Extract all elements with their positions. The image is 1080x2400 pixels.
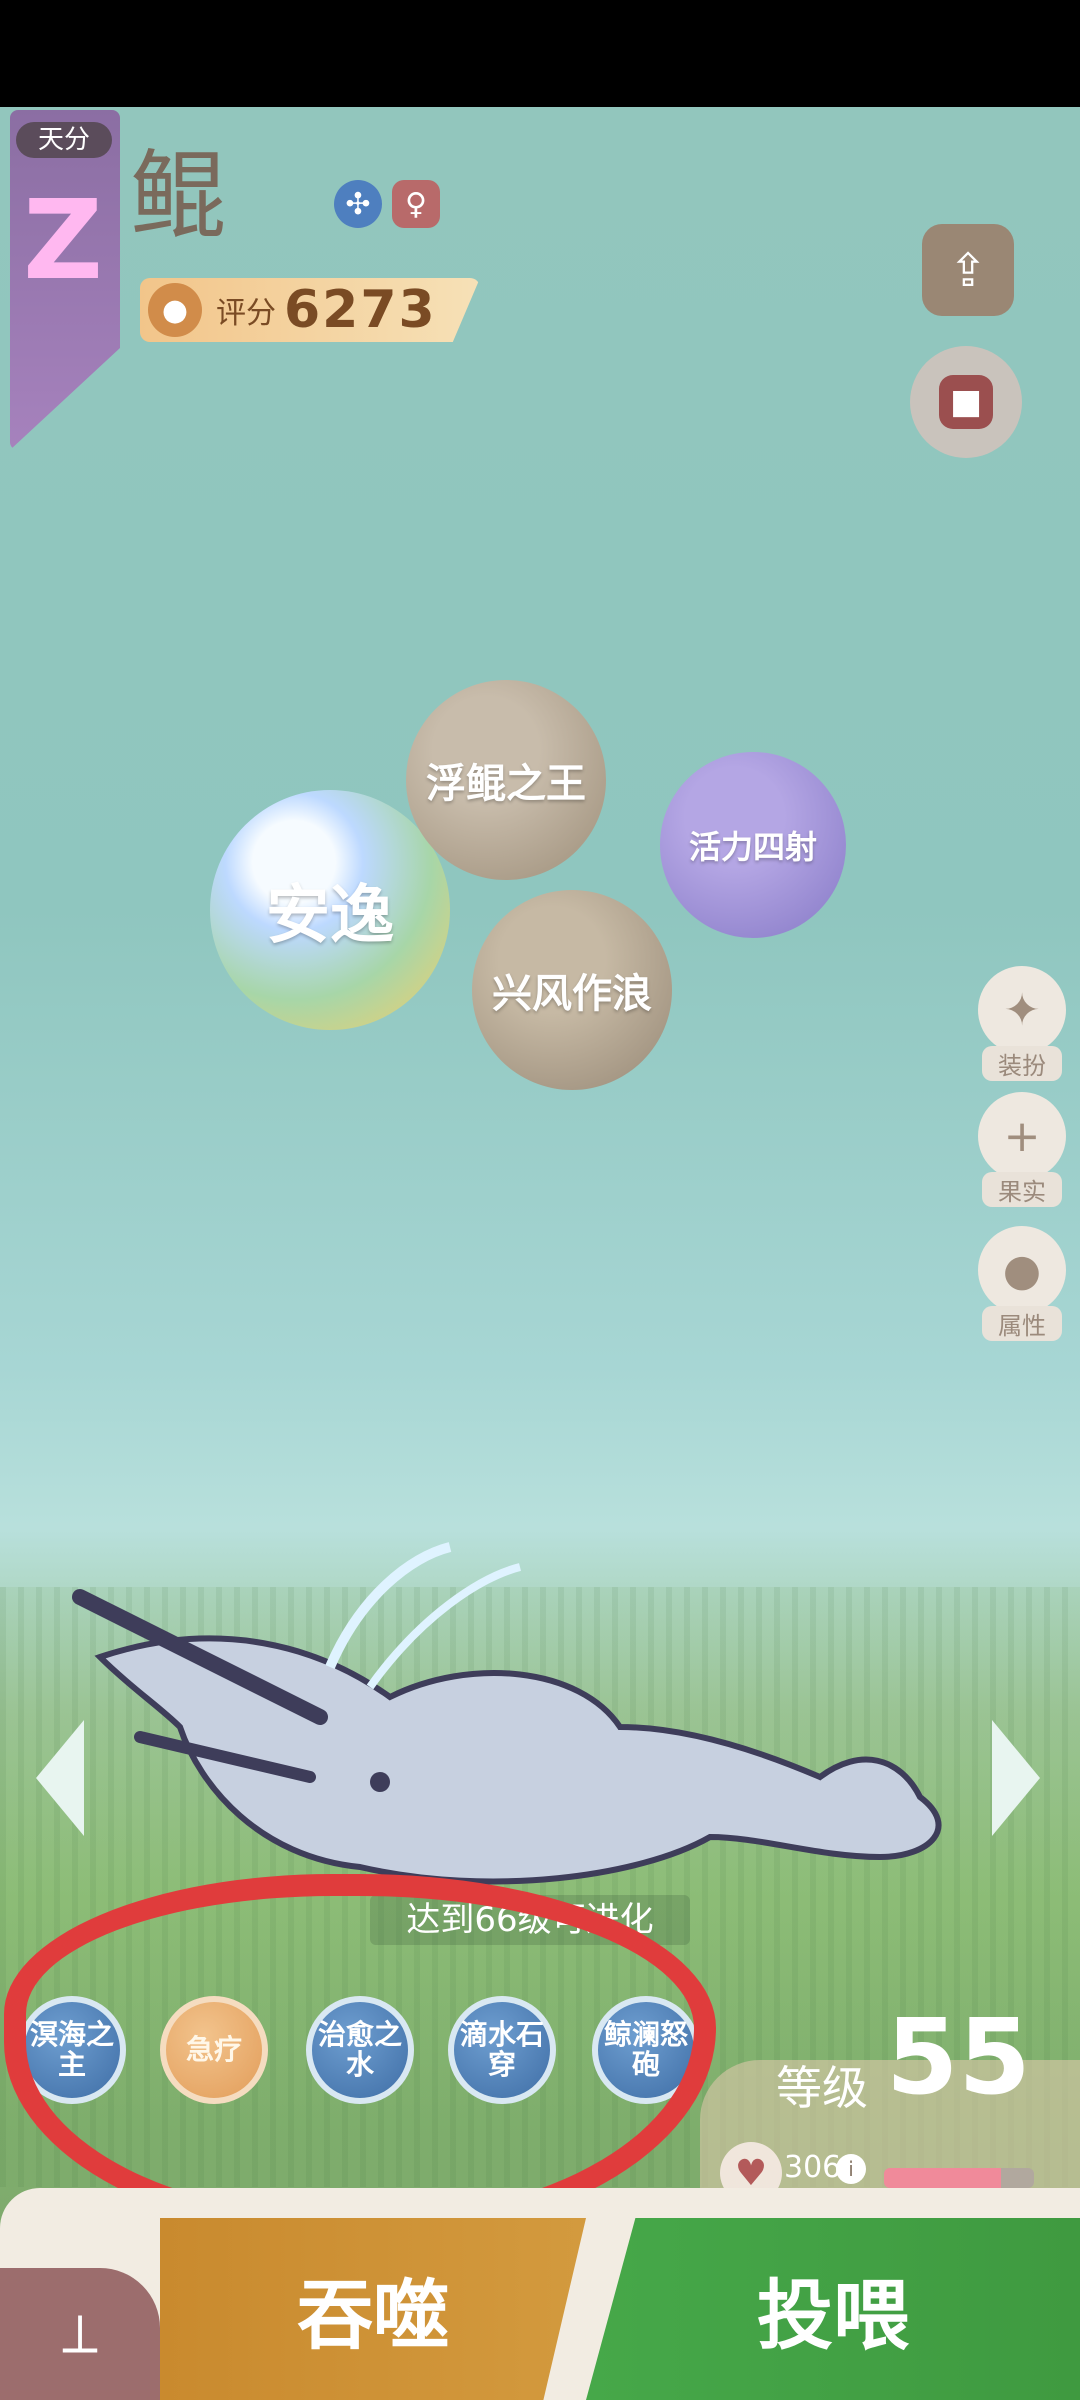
share-icon: ⇪ <box>948 243 988 297</box>
rank-tag: 天分 <box>16 122 112 158</box>
back-corner-button[interactable]: ⟂ <box>0 2268 160 2400</box>
paw-icon: ● <box>978 1226 1066 1314</box>
hp-bar <box>884 2168 1034 2188</box>
next-arrow[interactable] <box>992 1720 1040 1836</box>
dress-up-button[interactable]: ✦ 装扮 <box>978 966 1066 1090</box>
trait-bubble[interactable]: 活力四射 <box>660 752 846 938</box>
attributes-label: 属性 <box>982 1306 1062 1341</box>
dress-up-label: 装扮 <box>982 1046 1062 1081</box>
gender-icon: ♀ <box>392 180 440 228</box>
score-label: 评分 <box>216 296 276 331</box>
info-icon[interactable]: i <box>836 2154 866 2184</box>
hp-value: 306 <box>784 2150 842 2185</box>
share-button[interactable]: ⇪ <box>922 224 1014 316</box>
back-icon: ⟂ <box>61 2302 99 2365</box>
trait-bubble[interactable]: 兴风作浪 <box>472 890 672 1090</box>
fruit-button[interactable]: + 果实 <box>978 1092 1066 1216</box>
feed-button[interactable]: 投喂 <box>586 2218 1080 2400</box>
butterfly-icon: ✦ <box>978 966 1066 1054</box>
level-label: 等级 <box>776 2061 868 2115</box>
fruit-label: 果实 <box>982 1172 1062 1207</box>
lock-button[interactable]: ■ <box>910 346 1022 458</box>
score-value: 6273 <box>284 280 437 340</box>
attributes-button[interactable]: ● 属性 <box>978 1226 1066 1350</box>
element-icon: ✣ <box>334 180 382 228</box>
previous-arrow[interactable] <box>36 1720 84 1836</box>
hp-bar-fill <box>884 2168 1001 2188</box>
devour-button[interactable]: 吞噬 <box>160 2218 586 2400</box>
trait-bubble[interactable]: 安逸 <box>210 790 450 1030</box>
creature-name: 鲲 <box>130 140 226 252</box>
trait-bubble[interactable]: 浮鲲之王 <box>406 680 606 880</box>
lock-icon: ■ <box>939 375 993 429</box>
plus-icon: + <box>978 1092 1066 1180</box>
level-value: 55 <box>886 1996 1031 2118</box>
rank-letter: Z <box>23 176 103 304</box>
score-badge: ● 评分 6273 <box>140 278 480 342</box>
paw-icon: ● <box>148 283 202 337</box>
